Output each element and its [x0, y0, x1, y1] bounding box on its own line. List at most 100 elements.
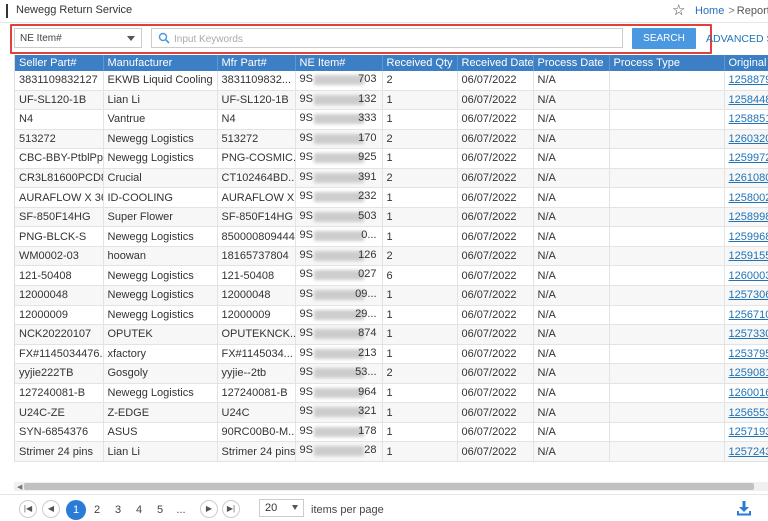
cell-process-date: N/A	[533, 265, 610, 287]
cell-process-type	[609, 246, 725, 267]
redacted-blur	[313, 114, 364, 125]
ne-item-prefix: 9S	[299, 112, 313, 125]
column-header-mfr-part[interactable]: Mfr Part#	[217, 55, 296, 71]
column-header-process-type[interactable]: Process Type	[609, 55, 725, 71]
download-icon[interactable]	[736, 500, 752, 516]
ne-item-prefix: 9S	[299, 424, 313, 437]
cell-original-link[interactable]: 1256710	[724, 305, 768, 326]
cell-original-link[interactable]: 1259081	[724, 363, 768, 384]
table-row[interactable]: CBC-BBY-PtblPpn...Newegg LogisticsPNG-CO…	[15, 148, 768, 169]
prev-page-button[interactable]: ◀	[42, 500, 60, 518]
cell-process-type	[609, 148, 725, 169]
cell-original-link[interactable]: 1256553	[724, 402, 768, 423]
ne-item-suffix: 28	[364, 444, 377, 457]
cell-original-link[interactable]: 1260016	[724, 383, 768, 404]
table-row[interactable]: 12000048 Newegg Logistics 12000048 9S 09... 1…	[15, 285, 768, 306]
table-row[interactable]: WM0002-03 hoowan 18165737804 9S 126 2 06/07/20…	[15, 246, 768, 267]
cell-original-link[interactable]: 1260320	[724, 129, 768, 150]
column-header-ne-item[interactable]: NE Item#	[295, 55, 383, 71]
cell-received-qty: 1	[382, 441, 458, 462]
cell-mfr-part: 12000009	[217, 305, 296, 326]
cell-received-qty: 1	[382, 324, 458, 345]
column-header-process-date[interactable]: Process Date	[533, 55, 610, 71]
cell-original-link[interactable]: 1257330	[724, 324, 768, 345]
table-row[interactable]: N4 Vantrue N4 9S 333 1 06/07/2022 N/A 1258851	[15, 109, 768, 130]
ne-item-suffix: 027	[358, 268, 377, 281]
cell-original-link[interactable]: 1253795	[724, 344, 768, 365]
cell-seller-part: 127240081-B	[15, 383, 104, 404]
cell-manufacturer: Newegg Logistics	[103, 226, 218, 247]
cell-process-type	[609, 363, 725, 384]
search-field-select[interactable]: NE Item#	[14, 28, 142, 48]
horizontal-scrollbar[interactable]: ◀	[14, 482, 768, 491]
ne-item-prefix: 9S	[299, 209, 313, 222]
results-table: Seller Part# Manufacturer Mfr Part# NE I…	[15, 55, 768, 462]
table-row[interactable]: 121-50408 Newegg Logistics 121-50408 9S 027 6…	[15, 265, 768, 287]
scroll-left-arrow-icon[interactable]: ◀	[17, 483, 22, 491]
table-row[interactable]: FX#1145034476... xfactory FX#1145034... 9S 2…	[15, 344, 768, 365]
redacted-blur	[313, 133, 364, 144]
last-page-button[interactable]: ▶|	[222, 500, 240, 518]
cell-original-link[interactable]: 1258448	[724, 90, 768, 111]
page-1[interactable]: 1	[66, 500, 86, 520]
cell-ne-item: 9S 170	[295, 129, 383, 150]
page-4[interactable]: 4	[129, 500, 149, 520]
page-3[interactable]: 3	[108, 500, 128, 520]
table-row[interactable]: PNG-BLCK-S Newegg Logistics 850000809444 9S…	[15, 226, 768, 247]
table-row[interactable]: 12000009 Newegg Logistics 12000009 9S 29... 1…	[15, 305, 768, 326]
column-header-received-qty[interactable]: Received Qty	[382, 55, 458, 71]
cell-original-link[interactable]: 1259155	[724, 246, 768, 267]
table-row[interactable]: U24C-ZE Z-EDGE U24C 9S 321 1 06/07/2022 N/A 1256…	[15, 402, 768, 423]
search-field-value: NE Item#	[20, 33, 62, 44]
column-header-received-date[interactable]: Received Date	[457, 55, 534, 71]
cell-ne-item: 9S 027	[295, 265, 383, 287]
column-header-original[interactable]: Original	[724, 55, 768, 71]
breadcrumb-home-link[interactable]: Home	[695, 5, 724, 17]
cell-original-link[interactable]: 1259968	[724, 226, 768, 247]
table-row[interactable]: CR3L81600PCD8...CrucialCT102464BD...9S 39…	[15, 168, 768, 189]
table-row[interactable]: 127240081-B Newegg Logistics 127240081-B 9S…	[15, 383, 768, 404]
cell-original-link[interactable]: 1258851	[724, 109, 768, 130]
cell-original-link[interactable]: 1261080	[724, 168, 768, 189]
table-row[interactable]: 513272 Newegg Logistics 513272 9S 170 2 06/07/…	[15, 129, 768, 150]
table-row[interactable]: SYN-6854376 ASUS 90RC00B0-M... 9S 178 1 06/07/…	[15, 422, 768, 443]
column-header-seller-part[interactable]: Seller Part#	[15, 55, 104, 71]
table-row[interactable]: SF-850F14HG Super Flower SF-850F14HG 9S 503 1…	[15, 207, 768, 228]
table-row[interactable]: NCK20220107 OPUTEK OPUTEKNCK... 9S 874 1 06/07…	[15, 324, 768, 345]
first-page-button[interactable]: |◀	[19, 500, 37, 518]
cell-ne-item: 9S 0...	[295, 226, 383, 247]
cell-process-date: N/A	[533, 187, 610, 208]
breadcrumb-current[interactable]: Reports	[737, 5, 768, 17]
cell-original-link[interactable]: 1258879	[724, 71, 768, 91]
scrollbar-thumb[interactable]	[24, 483, 754, 490]
cell-original-link[interactable]: 1260003	[724, 265, 768, 287]
cell-process-type	[609, 207, 725, 228]
search-button[interactable]: SEARCH	[632, 28, 696, 49]
cell-original-link[interactable]: 1259972	[724, 148, 768, 169]
next-page-button[interactable]: ▶	[200, 500, 218, 518]
table-row[interactable]: AURAFLOW X 360ID-COOLINGAURAFLOW X...9S 2…	[15, 187, 768, 208]
cell-original-link[interactable]: 1257243	[724, 441, 768, 462]
cell-manufacturer: OPUTEK	[103, 324, 218, 345]
table-row[interactable]: UF-SL120-1B Lian Li UF-SL120-1B 9S 132 1 06/07…	[15, 90, 768, 111]
ne-item-suffix: 232	[358, 190, 377, 203]
cell-original-link[interactable]: 1258998	[724, 207, 768, 228]
page-size-select[interactable]: 20	[259, 499, 304, 517]
page-2[interactable]: 2	[87, 500, 107, 520]
table-row[interactable]: Strimer 24 pins Lian Li Strimer 24 pins 9S 2…	[15, 441, 768, 462]
star-outline-icon[interactable]: ☆	[672, 1, 685, 19]
cell-seller-part: WM0002-03	[15, 246, 104, 267]
column-header-manufacturer[interactable]: Manufacturer	[103, 55, 218, 71]
cell-original-link[interactable]: 1257306	[724, 285, 768, 306]
table-row[interactable]: 3831109832127 EKWB Liquid Cooling 38311098…	[15, 71, 768, 91]
table-row[interactable]: yyjie222TB Gosgoly yyjie--2tb 9S 53... 2 06/07…	[15, 363, 768, 384]
advanced-search-link[interactable]: ADVANCED S	[706, 33, 768, 45]
keyword-input[interactable]	[172, 31, 616, 47]
cell-original-link[interactable]: 1258002	[724, 187, 768, 208]
page-5[interactable]: 5	[150, 500, 170, 520]
page-ellipsis[interactable]: ...	[171, 500, 191, 520]
cell-process-type	[609, 344, 725, 365]
ne-item-suffix: 132	[358, 92, 377, 105]
cell-original-link[interactable]: 1257193	[724, 422, 768, 443]
keyword-input-wrapper[interactable]	[151, 28, 623, 48]
